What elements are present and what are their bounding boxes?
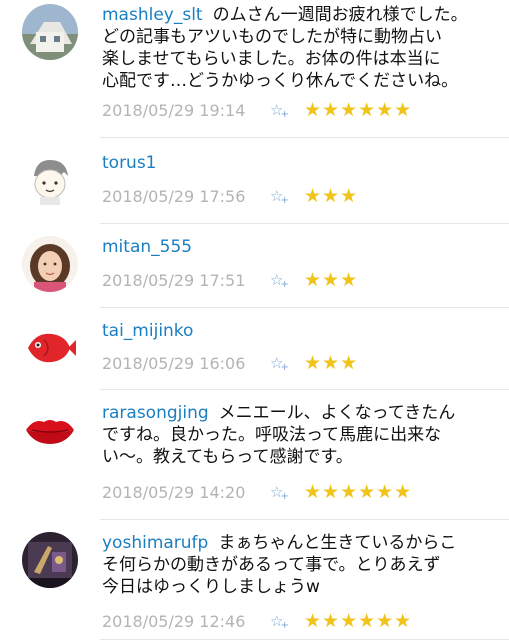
- username-link[interactable]: mashley_slt: [102, 5, 203, 25]
- avatar[interactable]: [22, 320, 78, 376]
- comment-text: 心配です…どうかゆっくり休んでくださいね。: [102, 71, 459, 91]
- add-star-icon[interactable]: ☆+: [270, 101, 304, 120]
- comment-first-line: tai_mijinko: [102, 320, 501, 342]
- star-rating: ★★★: [304, 185, 359, 207]
- username-link[interactable]: mitan_555: [102, 237, 192, 257]
- star-rating: ★★★: [304, 352, 359, 374]
- avatar[interactable]: [22, 4, 78, 60]
- star-rating: ★★★★★★: [304, 610, 413, 632]
- username-link[interactable]: torus1: [102, 153, 157, 173]
- avatar[interactable]: [22, 402, 78, 458]
- add-star-icon[interactable]: ☆+: [270, 354, 304, 373]
- username-link[interactable]: tai_mijinko: [102, 321, 193, 341]
- comment-text: どの記事もアツいものでしたが特に動物占い: [102, 27, 442, 47]
- add-star-icon[interactable]: ☆+: [270, 483, 304, 502]
- comment-text: メニエール、よくなってきたん: [218, 403, 456, 423]
- comment-first-line: rarasongjing メニエール、よくなってきたん: [102, 402, 501, 424]
- comment-item: yoshimarufp まぁちゃんと生きているからこ そ何らかの動きがあるって事で…: [0, 520, 509, 640]
- timestamp: 2018/05/29 17:51: [102, 270, 246, 290]
- username-link[interactable]: rarasongjing: [102, 403, 209, 423]
- comment-first-line: mitan_555: [102, 236, 501, 258]
- comment-item: tai_mijinko 2018/05/29 16:06 ☆+ ★★★: [0, 308, 509, 390]
- comment-item: torus1 2018/05/29 17:56 ☆+ ★★★: [0, 138, 509, 224]
- comment-first-line: yoshimarufp まぁちゃんと生きているからこ: [102, 532, 501, 554]
- add-star-icon[interactable]: ☆+: [270, 271, 304, 290]
- timestamp: 2018/05/29 12:46: [102, 611, 246, 631]
- comment-item: mitan_555 2018/05/29 17:51 ☆+ ★★★: [0, 224, 509, 308]
- star-rating: ★★★: [304, 269, 359, 291]
- avatar[interactable]: [22, 236, 78, 292]
- avatar[interactable]: [22, 152, 78, 208]
- comment-text: 今日はゆっくりしましょうw: [102, 577, 320, 597]
- comment-text: まぁちゃんと生きているからこ: [218, 533, 457, 553]
- username-link[interactable]: yoshimarufp: [102, 533, 208, 553]
- comment-text: そ何らかの動きがあるって事で。とりあえず: [102, 555, 441, 575]
- add-star-icon[interactable]: ☆+: [270, 187, 304, 206]
- comment-text: のムさん一週間お疲れ様でした。: [212, 5, 468, 25]
- timestamp: 2018/05/29 14:20: [102, 482, 246, 502]
- comment-item: mashley_slt のムさん一週間お疲れ様でした。 どの記事もアツいものでした…: [0, 0, 509, 138]
- star-rating: ★★★★★★: [304, 481, 413, 503]
- comment-item: rarasongjing メニエール、よくなってきたん ですね。良かった。呼吸法っ…: [0, 390, 509, 520]
- star-rating: ★★★★★★: [304, 99, 413, 121]
- timestamp: 2018/05/29 17:56: [102, 186, 246, 206]
- comment-text: ですね。良かった。呼吸法って馬鹿に出来な: [102, 425, 442, 445]
- comment-text: い〜。教えてもらって感謝です。: [102, 447, 353, 467]
- avatar[interactable]: [22, 532, 78, 588]
- comment-first-line: torus1: [102, 152, 501, 174]
- timestamp: 2018/05/29 19:14: [102, 100, 246, 120]
- add-star-icon[interactable]: ☆+: [270, 612, 304, 631]
- timestamp: 2018/05/29 16:06: [102, 353, 246, 373]
- comment-text: 楽しませてもらいました。お体の件は本当に: [102, 49, 441, 69]
- comment-first-line: mashley_slt のムさん一週間お疲れ様でした。: [102, 4, 501, 26]
